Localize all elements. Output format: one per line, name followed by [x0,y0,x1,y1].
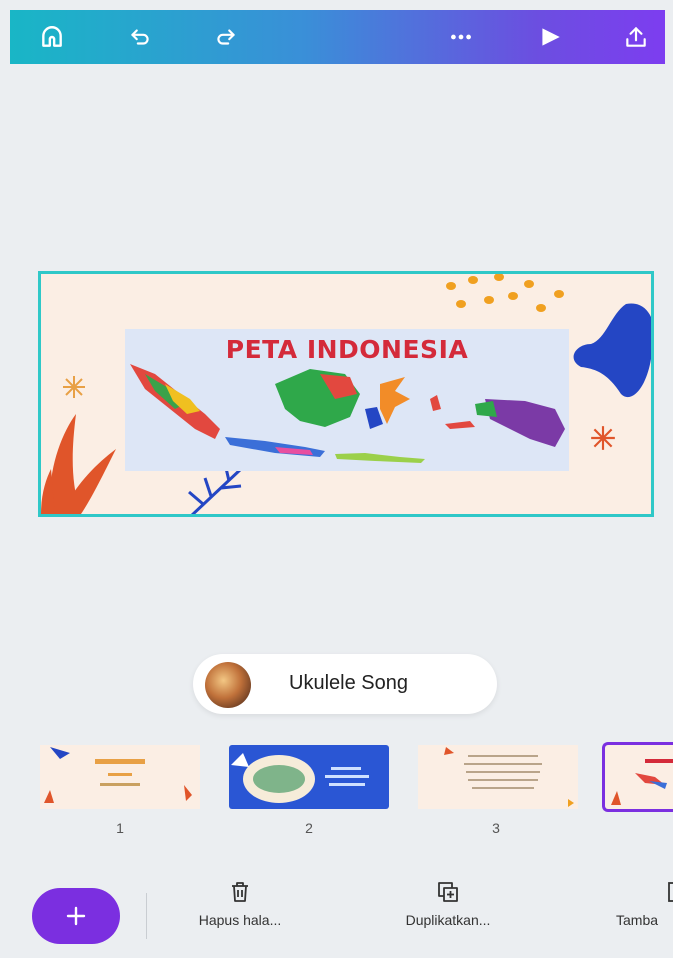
decorative-blob-blue [573,303,651,398]
audio-track-name: Ukulele Song [289,672,408,694]
decorative-asterisk-right [591,426,615,450]
share-upload-icon[interactable] [616,17,656,57]
page-thumbnail-4-selected[interactable] [602,742,673,812]
delete-page-button[interactable]: Hapus hala... [178,880,302,928]
audio-thumbnail [205,662,251,708]
page-number-1: 1 [116,820,124,836]
trash-icon [232,882,248,902]
duplicate-icon [438,882,458,902]
design-canvas[interactable]: PETA INDONESIA [38,271,654,517]
bottom-divider [146,893,147,939]
decorative-asterisk-left [63,376,85,398]
redo-icon[interactable] [206,17,246,57]
plus-icon [66,906,86,926]
home-icon[interactable] [32,17,72,57]
duplicate-page-label: Duplikatkan... [405,912,491,928]
decorative-leaf-orange [41,414,116,514]
add-page-button[interactable] [32,888,120,944]
page-number-2: 2 [305,820,313,836]
play-icon[interactable] [530,17,570,57]
undo-icon[interactable] [120,17,160,57]
add-page-tool-button[interactable]: Tamba [616,880,673,928]
page-thumbnail-1[interactable] [40,745,200,809]
top-toolbar [10,10,665,64]
audio-track-chip[interactable]: Ukulele Song [193,654,497,714]
decorative-leaf-blue [188,467,243,514]
page-number-3: 3 [492,820,500,836]
add-page-label: Tamba [616,912,659,928]
more-icon[interactable] [441,17,481,57]
page-thumbnail-2[interactable] [229,745,389,809]
page-thumbnail-3[interactable] [418,745,578,809]
decorative-dots-orange [446,274,564,312]
add-page-icon [668,882,673,902]
duplicate-page-button[interactable]: Duplikatkan... [366,880,530,928]
delete-page-label: Hapus hala... [198,912,282,928]
indonesia-map-image: PETA INDONESIA [125,329,569,471]
